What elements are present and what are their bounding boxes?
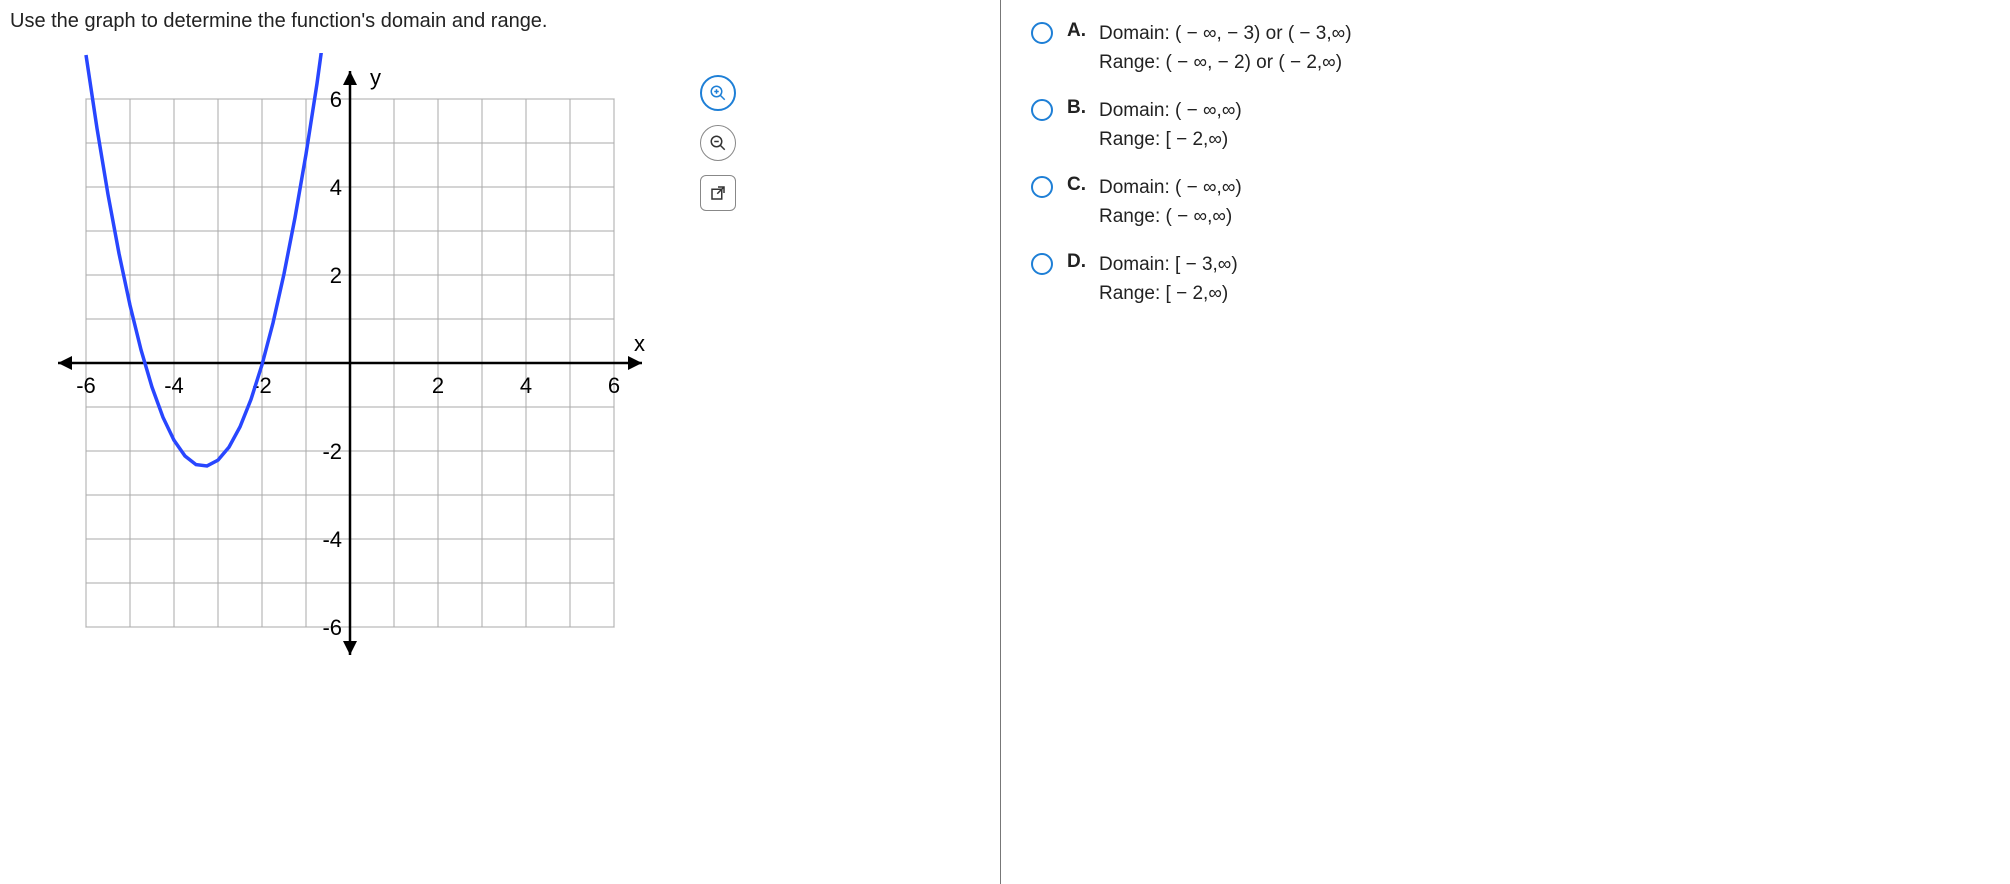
question-text: Use the graph to determine the function'… (10, 10, 1000, 33)
choice-c[interactable]: C. Domain: ( − ∞,∞) Range: ( − ∞,∞) (1031, 174, 1990, 231)
question-pane: Use the graph to determine the function'… (0, 0, 1000, 884)
zoom-in-icon (709, 84, 727, 102)
radio-d[interactable] (1031, 253, 1053, 275)
zoom-out-button[interactable] (700, 125, 736, 161)
radio-a[interactable] (1031, 22, 1053, 44)
y-tick-4: 4 (330, 175, 342, 200)
choice-a-label: A. (1067, 20, 1089, 42)
zoom-in-button[interactable] (700, 75, 736, 111)
external-link-icon (709, 184, 727, 202)
choice-a[interactable]: A. Domain: ( − ∞, − 3) or ( − 3,∞) Range… (1031, 20, 1990, 77)
open-new-window-button[interactable] (700, 175, 736, 211)
y-axis-label: y (370, 65, 381, 90)
y-tick-neg4: -4 (322, 527, 342, 552)
y-tick-2: 2 (330, 263, 342, 288)
choice-c-label: C. (1067, 174, 1089, 196)
x-tick-neg6: -6 (76, 373, 96, 398)
parabola-curve (86, 53, 322, 466)
x-tick-6: 6 (608, 373, 620, 398)
choice-a-text: Domain: ( − ∞, − 3) or ( − 3,∞) Range: (… (1099, 20, 1352, 77)
x-tick-2: 2 (432, 373, 444, 398)
choice-d[interactable]: D. Domain: [ − 3,∞) Range: [ − 2,∞) (1031, 251, 1990, 308)
choice-b-text: Domain: ( − ∞,∞) Range: [ − 2,∞) (1099, 97, 1242, 154)
radio-b[interactable] (1031, 99, 1053, 121)
y-tick-neg6: -6 (322, 615, 342, 640)
zoom-out-icon (709, 134, 727, 152)
radio-c[interactable] (1031, 176, 1053, 198)
x-axis-label: x (634, 331, 645, 356)
y-tick-neg2: -2 (322, 439, 342, 464)
choice-d-label: D. (1067, 251, 1089, 273)
x-tick-neg4: -4 (164, 373, 184, 398)
y-tick-6: 6 (330, 87, 342, 112)
choice-b[interactable]: B. Domain: ( − ∞,∞) Range: [ − 2,∞) (1031, 97, 1990, 154)
choice-c-text: Domain: ( − ∞,∞) Range: ( − ∞,∞) (1099, 174, 1242, 231)
answers-pane: A. Domain: ( − ∞, − 3) or ( − 3,∞) Range… (1001, 0, 2010, 884)
graph-tools (700, 75, 736, 211)
graph-svg: y x -6 -4 -2 2 4 6 6 4 2 -2 -4 -6 (40, 53, 660, 673)
x-tick-4: 4 (520, 373, 532, 398)
choice-b-label: B. (1067, 97, 1089, 119)
graph: y x -6 -4 -2 2 4 6 6 4 2 -2 -4 -6 (40, 53, 660, 673)
choice-d-text: Domain: [ − 3,∞) Range: [ − 2,∞) (1099, 251, 1238, 308)
